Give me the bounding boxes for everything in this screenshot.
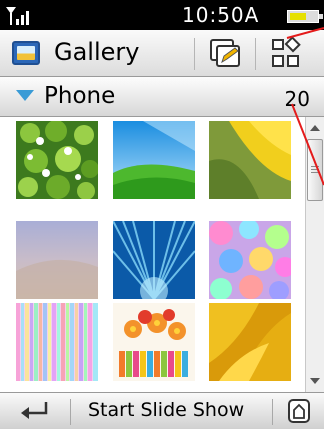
signal-strength-icon <box>6 7 29 25</box>
yellow-tulip-thumbnail[interactable] <box>209 121 291 199</box>
battery-level <box>290 13 306 20</box>
scrollbar-thumb[interactable] <box>307 139 323 201</box>
back-arrow-icon[interactable] <box>18 399 52 423</box>
battery-nub <box>319 14 323 19</box>
clock: 10:50A <box>182 3 260 27</box>
scroll-down-arrow-icon[interactable] <box>306 372 324 390</box>
status-bar: 10:50A <box>0 0 324 30</box>
divider <box>255 38 256 70</box>
folder-bar[interactable]: Phone 20 <box>0 77 324 117</box>
softkey-bar: Start Slide Show <box>0 392 324 429</box>
yellow-petals-thumbnail[interactable] <box>209 303 291 381</box>
divider <box>272 399 273 425</box>
battery-icon <box>287 10 323 23</box>
page-title: Gallery <box>54 38 140 66</box>
title-bar: Gallery <box>0 30 324 77</box>
blue-burst-thumbnail[interactable] <box>113 221 195 299</box>
divider <box>194 38 195 70</box>
purple-dunes-thumbnail[interactable] <box>16 221 98 299</box>
start-slide-show-button[interactable]: Start Slide Show <box>88 399 244 421</box>
scroll-up-arrow-icon[interactable] <box>306 119 324 137</box>
home-icon[interactable] <box>286 398 312 424</box>
view-mode-icon[interactable] <box>268 36 304 72</box>
folder-name[interactable]: Phone <box>44 83 115 109</box>
pastel-bokeh-thumbnail[interactable] <box>209 221 291 299</box>
gallery-icon <box>12 41 40 65</box>
pastel-stripes-thumbnail[interactable] <box>16 303 98 381</box>
gerbera-flowers-thumbnail[interactable] <box>113 303 195 381</box>
divider <box>70 399 71 425</box>
thumbnail-grid <box>0 117 305 392</box>
triangle-down-icon[interactable] <box>16 90 34 101</box>
green-hills-thumbnail[interactable] <box>113 121 195 199</box>
edit-icon[interactable] <box>208 36 244 72</box>
scrollbar[interactable] <box>305 117 324 392</box>
clover-leaves-thumbnail[interactable] <box>16 121 98 199</box>
item-count: 20 <box>284 87 310 111</box>
